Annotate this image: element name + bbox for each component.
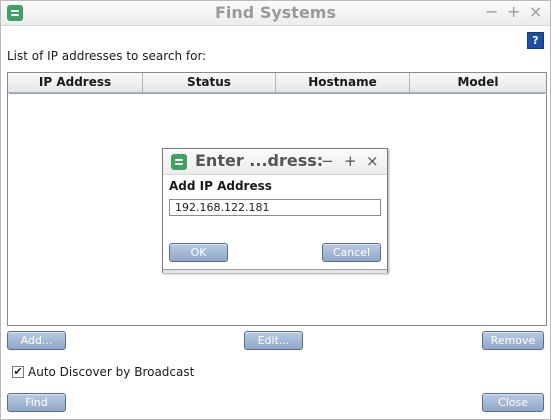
add-button[interactable]: Add... (7, 331, 66, 350)
dialog-minimize-icon[interactable]: − (321, 152, 334, 170)
table-header: IP Address Status Hostname Model (8, 73, 546, 93)
dialog-title: Enter ...dress: (195, 151, 324, 170)
cancel-button[interactable]: Cancel (322, 243, 381, 262)
auto-discover-label: Auto Discover by Broadcast (28, 365, 195, 379)
minimize-icon[interactable]: − (485, 3, 498, 21)
column-header-ip-address[interactable]: IP Address (8, 73, 143, 92)
column-header-hostname[interactable]: Hostname (276, 73, 410, 92)
column-header-status[interactable]: Status (143, 73, 276, 92)
edit-button[interactable]: Edit... (244, 331, 303, 350)
help-icon[interactable]: ? (527, 32, 544, 49)
maximize-icon[interactable]: + (507, 3, 520, 21)
close-button[interactable]: Close (482, 393, 544, 412)
auto-discover-checkbox[interactable]: ✔ (12, 366, 24, 378)
close-icon[interactable]: × (529, 3, 542, 21)
search-list-label: List of IP addresses to search for: (7, 49, 207, 63)
dialog-close-icon[interactable]: × (366, 152, 379, 170)
dialog-app-icon (171, 154, 187, 170)
remove-button[interactable]: Remove (482, 331, 544, 350)
ok-button[interactable]: OK (169, 243, 228, 262)
dialog-bottom-edge (163, 269, 387, 273)
ip-address-input[interactable] (169, 199, 381, 216)
add-ip-address-label: Add IP Address (169, 179, 272, 193)
find-button[interactable]: Find (7, 393, 66, 412)
table-header-divider (9, 93, 545, 94)
enter-address-dialog: Enter ...dress: − + × Add IP Address OK … (162, 148, 388, 273)
window-title: Find Systems (215, 3, 336, 22)
column-header-model[interactable]: Model (410, 73, 546, 92)
dialog-title-bar[interactable]: Enter ...dress: − + × (163, 149, 387, 175)
dialog-maximize-icon[interactable]: + (344, 152, 357, 170)
title-bar[interactable]: Find Systems − + × (1, 1, 550, 26)
